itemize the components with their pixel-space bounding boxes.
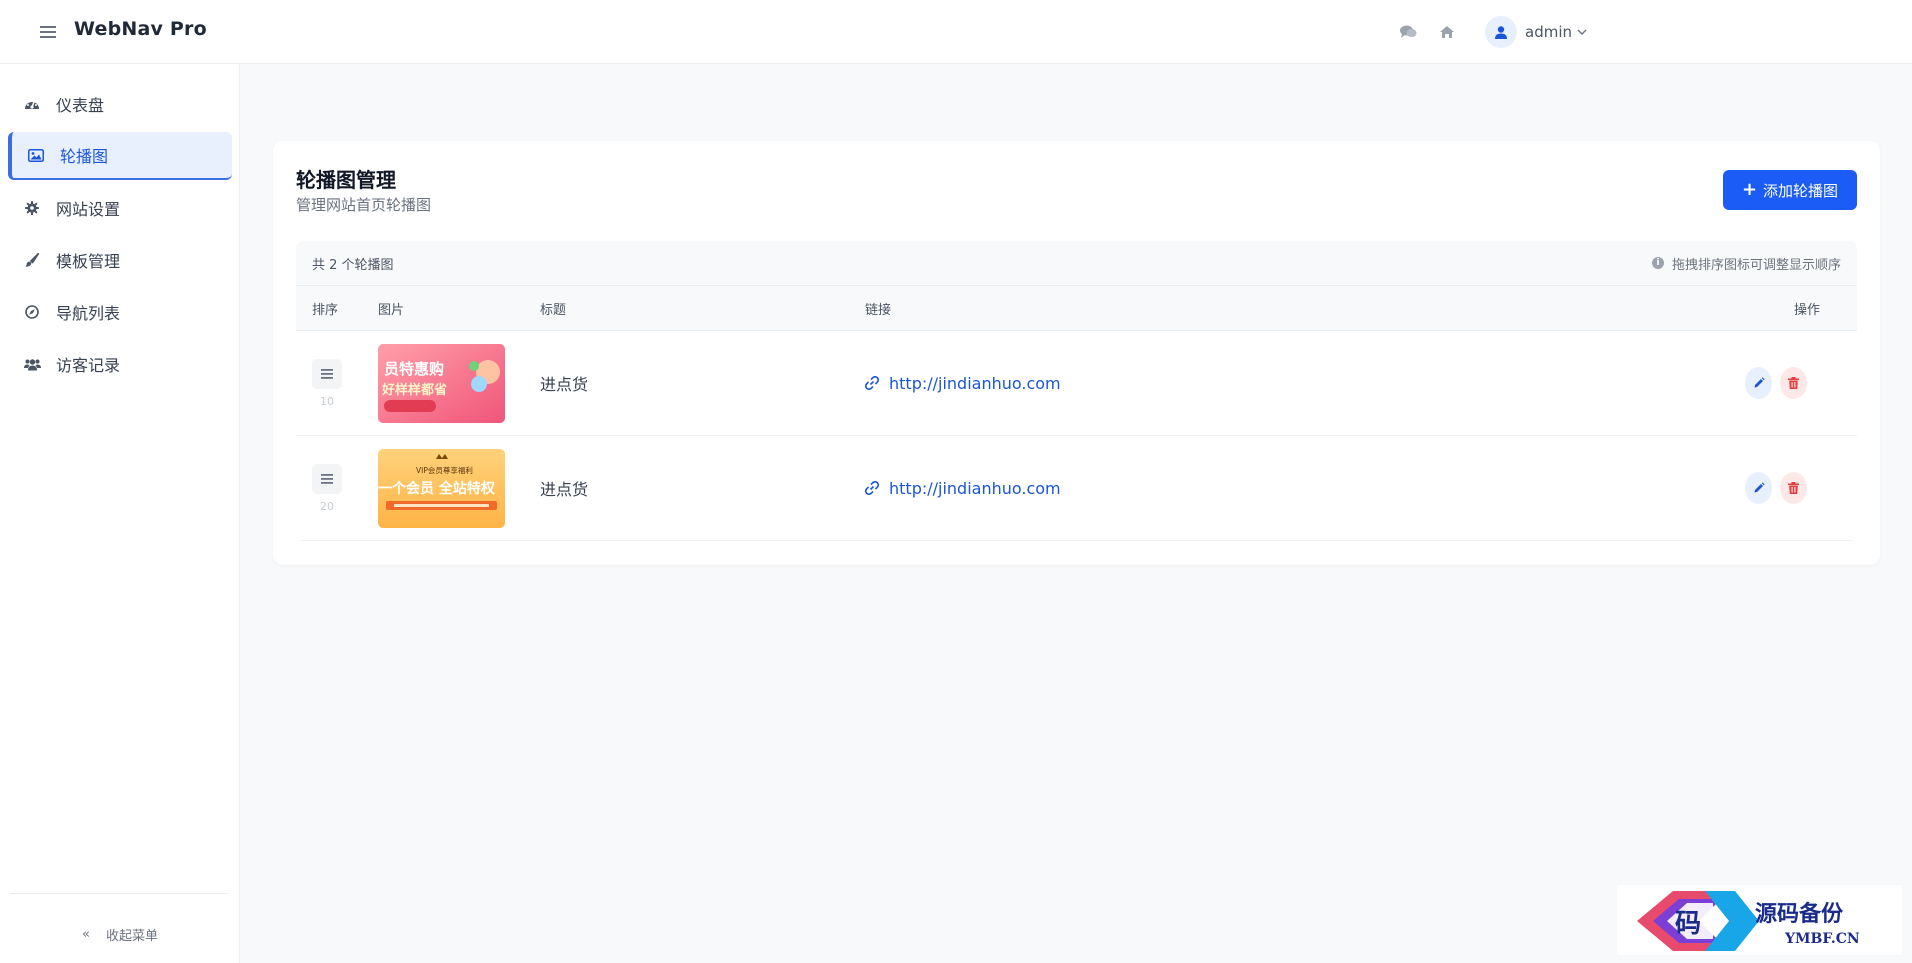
- sidebar-item-label: 网站设置: [56, 200, 121, 219]
- trash-icon: [1788, 482, 1799, 494]
- sidebar-item-site-settings[interactable]: 网站设置: [8, 184, 232, 232]
- row-link[interactable]: http://jindianhuo.com: [865, 479, 1737, 498]
- brand-title: WebNav Pro: [74, 18, 207, 40]
- sidebar: 仪表盘 轮播图 网站设置 模板管理 导航列表 访客记录 « 收起菜单: [0, 64, 240, 963]
- sidebar-divider: [10, 893, 229, 894]
- svg-text:一个会员 全站特权: 一个会员 全站特权: [378, 480, 496, 497]
- col-sort: 排序: [312, 302, 339, 318]
- pencil-icon: [1754, 377, 1765, 388]
- carousel-card: 轮播图管理 管理网站首页轮播图 + 添加轮播图 共 2 个轮播图 i 拖拽排序图…: [273, 141, 1880, 565]
- trash-icon: [1788, 377, 1799, 389]
- watermark-logo-char: 码: [1675, 909, 1701, 939]
- comments-icon[interactable]: [1396, 20, 1420, 44]
- edit-button[interactable]: [1745, 367, 1772, 399]
- row-link[interactable]: http://jindianhuo.com: [865, 374, 1737, 393]
- row-title: 进点货: [540, 375, 589, 394]
- row-title: 进点货: [540, 480, 589, 499]
- sidebar-item-carousel[interactable]: 轮播图: [8, 132, 232, 180]
- col-actions: 操作: [1793, 302, 1820, 318]
- carousel-table: 共 2 个轮播图 i 拖拽排序图标可调整显示顺序 排序 图片 标题 链接 操作 …: [296, 241, 1857, 541]
- table-info-bar: 共 2 个轮播图 i 拖拽排序图标可调整显示顺序: [296, 241, 1857, 286]
- sort-tip: i 拖拽排序图标可调整显示顺序: [1651, 254, 1841, 273]
- double-chevron-left-icon: «: [82, 926, 90, 942]
- col-image: 图片: [378, 302, 405, 318]
- watermark-en: YMBF.CN: [1784, 931, 1860, 947]
- table-row: 20 VIP会员尊享福利 一个会员 全站特权 进点货 http://jindia…: [296, 436, 1857, 541]
- top-header: WebNav Pro admin: [0, 0, 1912, 64]
- row-link-text: http://jindianhuo.com: [889, 373, 1061, 393]
- paint-brush-icon: [23, 251, 41, 269]
- dashboard-icon: [23, 95, 41, 113]
- svg-text:好样样都省: 好样样都省: [381, 382, 447, 398]
- home-icon[interactable]: [1435, 20, 1459, 44]
- username: admin: [1525, 23, 1572, 41]
- image-icon: [27, 146, 45, 164]
- sidebar-item-label: 仪表盘: [56, 96, 105, 115]
- sidebar-item-label: 导航列表: [56, 304, 121, 323]
- compass-icon: [23, 303, 41, 321]
- sidebar-item-label: 模板管理: [56, 252, 121, 271]
- table-header: 排序 图片 标题 链接 操作: [296, 286, 1857, 331]
- add-carousel-label: 添加轮播图: [1763, 181, 1839, 200]
- sidebar-item-visitors[interactable]: 访客记录: [8, 340, 232, 388]
- col-link: 链接: [865, 302, 892, 318]
- edit-button[interactable]: [1745, 472, 1772, 504]
- row-link-text: http://jindianhuo.com: [889, 478, 1061, 498]
- link-icon: [865, 376, 879, 390]
- col-title: 标题: [540, 302, 567, 318]
- carousel-count: 共 2 个轮播图: [312, 257, 394, 273]
- carousel-thumbnail: VIP会员尊享福利 一个会员 全站特权: [378, 448, 505, 528]
- link-icon: [865, 481, 879, 495]
- watermark-logo: 码 源码备份 YMBF.CN: [1617, 885, 1902, 955]
- sidebar-item-dashboard[interactable]: 仪表盘: [8, 80, 232, 128]
- chevron-down-icon: [1577, 29, 1587, 35]
- sidebar-item-label: 访客记录: [56, 356, 121, 375]
- plus-icon: +: [1741, 179, 1758, 200]
- gear-icon: [23, 199, 41, 217]
- watermark-cn: 源码备份: [1755, 901, 1844, 927]
- sidebar-item-label: 轮播图: [60, 147, 109, 166]
- thumbnail-text: VIP会员尊享福利: [416, 465, 473, 475]
- thumbnail-text: 员特惠购: [384, 360, 444, 378]
- info-icon: i: [1651, 257, 1664, 269]
- carousel-thumbnail: 员特惠购 好样样都省: [378, 343, 505, 423]
- add-carousel-button[interactable]: + 添加轮播图: [1723, 170, 1857, 210]
- table-row: 10 员特惠购 好样样都省 进点货 http://jindianhuo.com: [296, 331, 1857, 436]
- drag-handle-icon[interactable]: [312, 463, 342, 494]
- avatar[interactable]: [1485, 16, 1517, 48]
- pencil-icon: [1754, 482, 1765, 493]
- sort-order: 20: [320, 499, 334, 513]
- delete-button[interactable]: [1780, 472, 1807, 504]
- collapse-menu-button[interactable]: « 收起菜单: [0, 919, 240, 949]
- page-title: 轮播图管理: [296, 168, 396, 192]
- users-icon: [23, 355, 41, 373]
- collapse-menu-label: 收起菜单: [105, 928, 158, 944]
- drag-handle-icon[interactable]: [312, 358, 342, 389]
- user-menu[interactable]: admin: [1485, 16, 1595, 48]
- sort-order: 10: [320, 394, 334, 408]
- sidebar-item-templates[interactable]: 模板管理: [8, 236, 232, 284]
- sidebar-item-nav-list[interactable]: 导航列表: [8, 288, 232, 336]
- sort-tip-text: 拖拽排序图标可调整显示顺序: [1671, 257, 1841, 273]
- delete-button[interactable]: [1780, 367, 1807, 399]
- menu-toggle-icon[interactable]: [36, 20, 60, 44]
- page-subtitle: 管理网站首页轮播图: [296, 196, 432, 214]
